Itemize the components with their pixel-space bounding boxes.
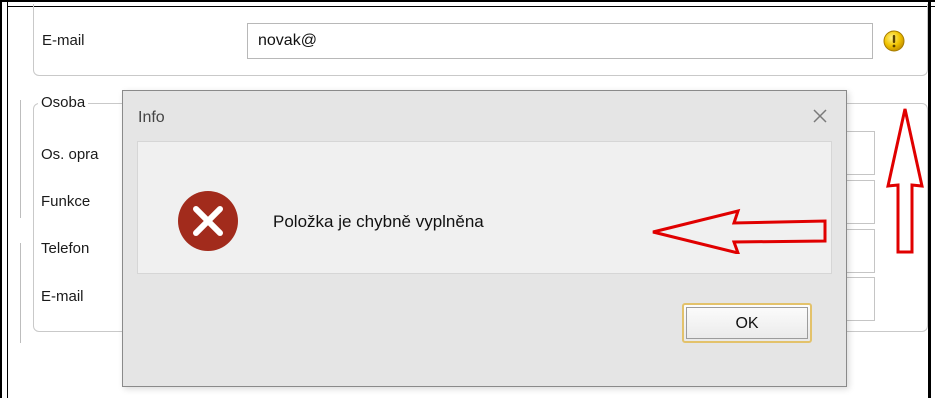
person-group-legend: Osoba (38, 94, 89, 111)
funkce-input-stub[interactable] (845, 180, 875, 224)
ok-button-label: OK (686, 307, 808, 339)
arrow-left-annotation (652, 208, 827, 254)
arrow-up-annotation (886, 108, 924, 254)
frame-inner-border (7, 0, 8, 398)
email-label: E-mail (42, 32, 85, 49)
dialog-title: Info (138, 109, 165, 126)
dialog-titlebar[interactable]: Info (123, 91, 846, 139)
warning-icon (883, 30, 905, 52)
dialog-message: Položka je chybně vyplněna (273, 212, 484, 231)
os-opra-input-stub[interactable] (845, 131, 875, 175)
field-label-email: E-mail (41, 288, 84, 305)
close-icon[interactable] (808, 104, 832, 128)
email-input[interactable] (247, 23, 873, 59)
left-divider (20, 100, 21, 218)
window-right-edge (928, 0, 931, 398)
field-label-telefon: Telefon (41, 240, 90, 257)
telefon-input-stub[interactable] (845, 229, 875, 273)
email-input-stub[interactable] (845, 277, 875, 321)
left-divider-2 (20, 243, 21, 343)
field-label-os-opra: Os. opra (41, 146, 99, 163)
ok-button[interactable]: OK (682, 303, 812, 343)
field-label-funkce: Funkce (41, 193, 91, 210)
error-icon (178, 191, 238, 251)
